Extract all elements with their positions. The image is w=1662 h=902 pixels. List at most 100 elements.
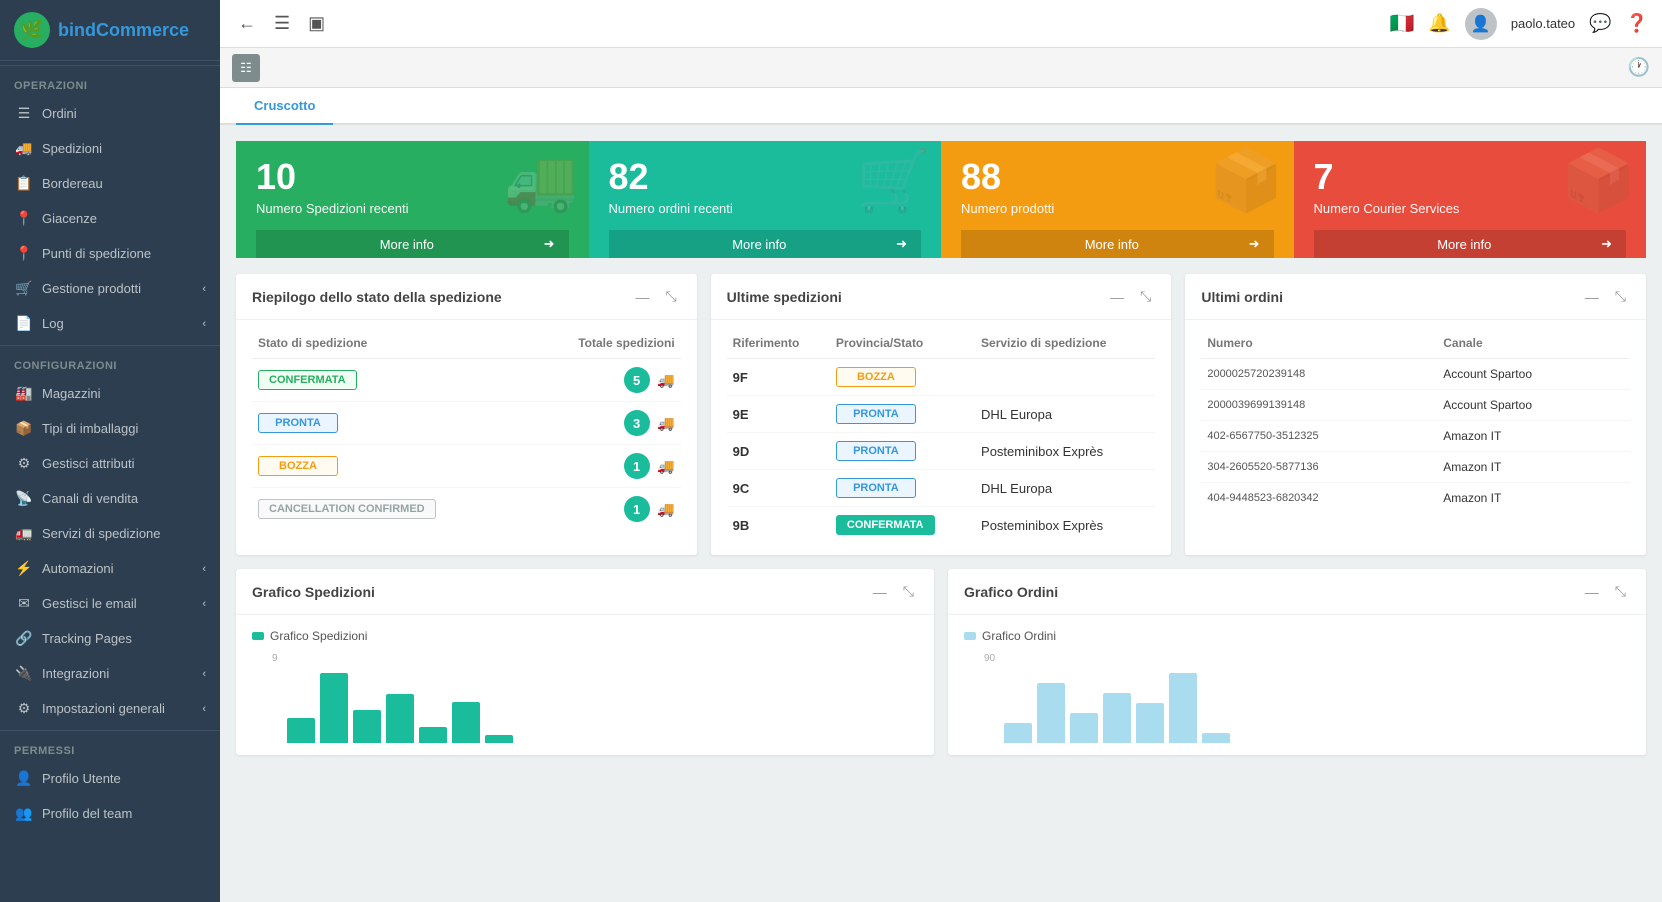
panel-ordini-actions: — ⤡ — [1581, 286, 1630, 307]
col-canale: Canale — [1437, 332, 1630, 359]
status-badge: PRONTA — [836, 478, 916, 498]
sidebar-item-gestione-prodotti[interactable]: 🛒Gestione prodotti‹ — [0, 271, 220, 306]
sidebar-item-gestisci-attributi[interactable]: ⚙Gestisci attributi — [0, 446, 220, 481]
panel-riepilogo: Riepilogo dello stato della spedizione —… — [236, 274, 697, 555]
panel-spedizioni-minimize[interactable]: — — [1106, 287, 1128, 307]
chart-bar — [419, 727, 447, 743]
col-numero: Numero — [1201, 332, 1437, 359]
status-badge: CANCELLATION CONFIRMED — [258, 499, 436, 519]
table-row: PRONTA 3 🚚 — [252, 402, 681, 445]
panel-ordini-expand[interactable]: ⤡ — [1611, 286, 1630, 307]
chart-panel-spedizioni: Grafico Spedizioni — ⤡ Grafico Spedizion… — [236, 569, 934, 755]
table-row: 304-2605520-5877136 Amazon IT — [1201, 452, 1630, 483]
col-rif: Riferimento — [727, 332, 830, 359]
chart-bar — [386, 694, 414, 743]
sidebar-item-tracking[interactable]: 🔗Tracking Pages — [0, 621, 220, 656]
clock-icon[interactable]: 🕐 — [1628, 57, 1650, 77]
servizi-icon: 🚛 — [14, 525, 34, 542]
chart-spedizioni-legend: Grafico Spedizioni — [252, 629, 918, 643]
chart-bar — [1037, 683, 1065, 743]
logo-text: bindCommerce — [58, 20, 189, 41]
col-totale: Totale spedizioni — [525, 332, 681, 359]
sidebar-item-profilo-team[interactable]: 👥Profilo del team — [0, 796, 220, 831]
chart-ordini-title: Grafico Ordini — [964, 584, 1581, 600]
count-badge: 1 — [624, 453, 650, 479]
chart-bar — [287, 718, 315, 743]
more-info-courier[interactable]: More info ➜ — [1314, 230, 1627, 258]
sidebar-item-integrazioni[interactable]: 🔌Integrazioni‹ — [0, 656, 220, 691]
help-icon[interactable]: ❓ — [1626, 13, 1648, 34]
col-servizio: Servizio di spedizione — [975, 332, 1155, 359]
bell-icon[interactable]: 🔔 — [1428, 13, 1450, 34]
chart-spedizioni-expand[interactable]: ⤡ — [899, 581, 918, 602]
section-operazioni: OPERAZIONI — [0, 65, 220, 96]
table-row: 9F BOZZA — [727, 359, 1156, 396]
panel-spedizioni-expand[interactable]: ⤡ — [1136, 286, 1155, 307]
chart-bar — [1004, 723, 1032, 743]
table-row: BOZZA 1 🚚 — [252, 445, 681, 488]
chart-bar — [1136, 703, 1164, 743]
sidebar-item-canali-vendita[interactable]: 📡Canali di vendita — [0, 481, 220, 516]
sidebar-item-bordereau[interactable]: 📋Bordereau — [0, 166, 220, 201]
sidebar-item-impostazioni[interactable]: ⚙Impostazioni generali‹ — [0, 691, 220, 726]
status-badge: PRONTA — [836, 441, 916, 461]
chart-spedizioni-actions: — ⤡ — [869, 581, 918, 602]
chart-bar — [1103, 693, 1131, 743]
stat-label-courier: Numero Courier Services — [1314, 201, 1627, 216]
chart-ordini-minimize[interactable]: — — [1581, 582, 1603, 602]
panel-riepilogo-actions: — ⤡ — [631, 286, 680, 307]
dashboard-icon[interactable]: ☷ — [232, 54, 260, 82]
sidebar-item-ordini[interactable]: ☰Ordini — [0, 96, 220, 131]
menu-toggle[interactable]: ☰ — [270, 9, 294, 38]
sidebar-item-email[interactable]: ✉Gestisci le email‹ — [0, 586, 220, 621]
chart-ordini-header: Grafico Ordini — ⤡ — [948, 569, 1646, 615]
chevron-automazioni: ‹ — [202, 563, 206, 575]
sidebar-item-giacenze[interactable]: 📍Giacenze — [0, 201, 220, 236]
panel-spedizioni-title: Ultime spedizioni — [727, 289, 1106, 305]
sidebar-item-spedizioni[interactable]: 🚚Spedizioni — [0, 131, 220, 166]
table-row: 9D PRONTA Posteminibox Exprès — [727, 433, 1156, 470]
more-info-prodotti[interactable]: More info ➜ — [961, 230, 1274, 258]
profilo-icon: 👤 — [14, 770, 34, 787]
status-badge: PRONTA — [258, 413, 338, 433]
chevron-email: ‹ — [202, 598, 206, 610]
sub-topbar: ☷ 🕐 — [220, 48, 1662, 88]
sidebar-item-magazzini[interactable]: 🏭Magazzini — [0, 376, 220, 411]
chevron-gestione: ‹ — [202, 283, 206, 295]
sidebar-item-automazioni[interactable]: ⚡Automazioni‹ — [0, 551, 220, 586]
panel-riepilogo-minimize[interactable]: — — [631, 287, 653, 307]
chart-panel-ordini: Grafico Ordini — ⤡ Grafico Ordini 90 — [948, 569, 1646, 755]
legend-label-spedizioni: Grafico Spedizioni — [270, 629, 367, 643]
chat-icon[interactable]: 💬 — [1589, 13, 1611, 34]
sidebar-item-servizi-spedizione[interactable]: 🚛Servizi di spedizione — [0, 516, 220, 551]
tab-cruscotto[interactable]: Cruscotto — [236, 88, 333, 125]
status-badge: BOZZA — [836, 367, 916, 387]
copy-icon[interactable]: ▣ — [304, 9, 329, 38]
more-info-ordini[interactable]: More info ➜ — [609, 230, 922, 258]
shipment-table: Stato di spedizione Totale spedizioni CO… — [252, 332, 681, 530]
table-row: 9E PRONTA DHL Europa — [727, 396, 1156, 433]
chart-ordini-expand[interactable]: ⤡ — [1611, 581, 1630, 602]
username: paolo.tateo — [1511, 16, 1575, 31]
sidebar-item-tipi-imballaggi[interactable]: 📦Tipi di imballaggi — [0, 411, 220, 446]
back-button[interactable]: ← — [234, 9, 260, 38]
table-row: 404-9448523-6820342 Amazon IT — [1201, 483, 1630, 514]
more-info-spedizioni[interactable]: More info ➜ — [256, 230, 569, 258]
legend-dot-spedizioni — [252, 632, 264, 640]
chart-spedizioni-minimize[interactable]: — — [869, 582, 891, 602]
sidebar-item-log[interactable]: 📄Log‹ — [0, 306, 220, 341]
bordereau-icon: 📋 — [14, 175, 34, 192]
sidebar: 🌿 bindCommerce OPERAZIONI ☰Ordini 🚚Spedi… — [0, 0, 220, 902]
chart-spedizioni-body: Grafico Spedizioni 9 — [236, 615, 934, 755]
imballaggi-icon: 📦 — [14, 420, 34, 437]
status-badge: CONFERMATA — [258, 370, 357, 390]
col-prov: Provincia/Stato — [830, 332, 975, 359]
chart-ordini-legend: Grafico Ordini — [964, 629, 1630, 643]
panel-riepilogo-expand[interactable]: ⤡ — [661, 286, 680, 307]
sidebar-item-profilo-utente[interactable]: 👤Profilo Utente — [0, 761, 220, 796]
stat-card-spedizioni: 🚚 10 Numero Spedizioni recenti More info… — [236, 141, 589, 258]
status-badge: CONFERMATA — [836, 515, 935, 535]
sidebar-item-punti-spedizione[interactable]: 📍Punti di spedizione — [0, 236, 220, 271]
panel-riepilogo-body: Stato di spedizione Totale spedizioni CO… — [236, 320, 697, 542]
panel-ordini-minimize[interactable]: — — [1581, 287, 1603, 307]
